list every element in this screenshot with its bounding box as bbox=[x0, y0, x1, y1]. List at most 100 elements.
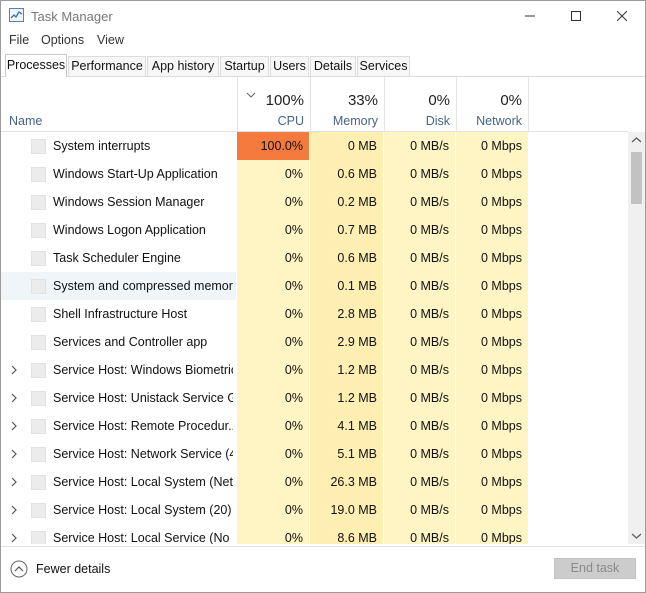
cpu-label: CPU bbox=[277, 114, 304, 128]
tab-processes[interactable]: Processes bbox=[5, 54, 67, 77]
chevron-right-icon[interactable] bbox=[9, 448, 19, 460]
process-icon bbox=[31, 167, 46, 182]
minimize-icon bbox=[525, 15, 535, 17]
maximize-icon bbox=[571, 11, 581, 21]
tab-users[interactable]: Users bbox=[270, 56, 309, 76]
tab-performance[interactable]: Performance bbox=[68, 56, 146, 76]
network-total: 0% bbox=[500, 92, 522, 109]
process-icon bbox=[31, 447, 46, 462]
chevron-right-icon[interactable] bbox=[9, 420, 19, 432]
menu-file[interactable]: File bbox=[9, 33, 29, 47]
tab-details[interactable]: Details bbox=[310, 56, 356, 76]
tab-startup[interactable]: Startup bbox=[220, 56, 269, 76]
process-name-cell: Service Host: Network Service (4) bbox=[1, 440, 236, 468]
process-name-cell: Service Host: Windows Biometric bbox=[1, 356, 236, 384]
vertical-scrollbar[interactable] bbox=[628, 132, 645, 544]
table-row[interactable]: Service Host: Local System (20) 0% 19.0 … bbox=[1, 496, 628, 524]
disk-cell: 0 MB/s bbox=[384, 132, 455, 160]
tab-app-history[interactable]: App history bbox=[147, 56, 219, 76]
process-icon bbox=[31, 223, 46, 238]
cpu-cell: 0% bbox=[237, 496, 309, 524]
task-manager-icon bbox=[9, 8, 24, 22]
disk-cell: 0 MB/s bbox=[384, 160, 455, 188]
process-name: Windows Logon Application bbox=[53, 223, 206, 237]
memory-cell: 0.2 MB bbox=[310, 188, 383, 216]
table-row[interactable]: Service Host: Unistack Service G... 0% 1… bbox=[1, 384, 628, 412]
process-icon bbox=[31, 503, 46, 518]
process-name: Windows Session Manager bbox=[53, 195, 205, 209]
chevron-right-icon[interactable] bbox=[9, 392, 19, 404]
task-manager-window: Task Manager File Options View Processes… bbox=[0, 0, 646, 593]
disk-cell: 0 MB/s bbox=[384, 496, 455, 524]
process-icon bbox=[31, 363, 46, 378]
column-cpu[interactable]: 100% CPU bbox=[237, 77, 310, 131]
process-icon bbox=[31, 475, 46, 490]
network-cell: 0 Mbps bbox=[456, 160, 528, 188]
close-button[interactable] bbox=[599, 1, 645, 31]
table-row[interactable]: Services and Controller app 0% 2.9 MB 0 … bbox=[1, 328, 628, 356]
disk-cell: 0 MB/s bbox=[384, 412, 455, 440]
process-name: Service Host: Remote Procedur... bbox=[53, 419, 233, 433]
memory-cell: 4.1 MB bbox=[310, 412, 383, 440]
menu-view[interactable]: View bbox=[97, 33, 124, 47]
minimize-button[interactable] bbox=[507, 1, 553, 31]
network-cell: 0 Mbps bbox=[456, 524, 528, 544]
process-name: Service Host: Network Service (4) bbox=[53, 447, 233, 461]
process-icon bbox=[31, 391, 46, 406]
tab-services[interactable]: Services bbox=[357, 56, 410, 76]
column-network[interactable]: 0% Network bbox=[456, 77, 529, 131]
disk-cell: 0 MB/s bbox=[384, 272, 455, 300]
cpu-total: 100% bbox=[265, 92, 304, 109]
table-row[interactable]: Task Scheduler Engine 0% 0.6 MB 0 MB/s 0… bbox=[1, 244, 628, 272]
chevron-right-icon[interactable] bbox=[9, 532, 19, 544]
disk-total: 0% bbox=[428, 92, 450, 109]
footer: Fewer details End task bbox=[1, 546, 645, 592]
table-row-selected[interactable]: System and compressed memory 0% 0.1 MB 0… bbox=[1, 272, 628, 300]
table-row[interactable]: Windows Session Manager 0% 0.2 MB 0 MB/s… bbox=[1, 188, 628, 216]
network-cell: 0 Mbps bbox=[456, 440, 528, 468]
cpu-cell: 0% bbox=[237, 468, 309, 496]
chevron-right-icon[interactable] bbox=[9, 504, 19, 516]
process-icon bbox=[31, 419, 46, 434]
network-cell: 0 Mbps bbox=[456, 188, 528, 216]
scroll-thumb[interactable] bbox=[631, 152, 642, 204]
tab-strip: Processes Performance App history Startu… bbox=[1, 54, 645, 77]
menu-options[interactable]: Options bbox=[41, 33, 84, 47]
memory-cell: 0 MB bbox=[310, 132, 383, 160]
column-disk[interactable]: 0% Disk bbox=[384, 77, 456, 131]
chevron-up-circle-icon[interactable] bbox=[10, 560, 28, 578]
chevron-right-icon[interactable] bbox=[9, 476, 19, 488]
table-row[interactable]: Service Host: Local Service (No ... 0% 8… bbox=[1, 524, 628, 544]
disk-cell: 0 MB/s bbox=[384, 244, 455, 272]
process-name-cell: Windows Session Manager bbox=[1, 188, 236, 216]
maximize-button[interactable] bbox=[553, 1, 599, 31]
memory-cell: 5.1 MB bbox=[310, 440, 383, 468]
network-cell: 0 Mbps bbox=[456, 300, 528, 328]
column-name[interactable]: Name bbox=[1, 77, 237, 131]
table-row[interactable]: Windows Start-Up Application 0% 0.6 MB 0… bbox=[1, 160, 628, 188]
process-name-cell: Service Host: Local System (Net... bbox=[1, 468, 236, 496]
column-name-label: Name bbox=[9, 114, 43, 128]
title-bar[interactable]: Task Manager bbox=[1, 1, 645, 31]
memory-cell: 1.2 MB bbox=[310, 384, 383, 412]
process-icon bbox=[31, 335, 46, 350]
scroll-down-icon[interactable] bbox=[628, 527, 645, 544]
column-header: Name 100% CPU 33% Memory 0% Disk 0% Netw… bbox=[1, 77, 628, 132]
chevron-right-icon[interactable] bbox=[9, 364, 19, 376]
scroll-up-icon[interactable] bbox=[628, 132, 645, 149]
table-row[interactable]: Windows Logon Application 0% 0.7 MB 0 MB… bbox=[1, 216, 628, 244]
table-row[interactable]: Service Host: Windows Biometric 0% 1.2 M… bbox=[1, 356, 628, 384]
table-row[interactable]: Shell Infrastructure Host 0% 2.8 MB 0 MB… bbox=[1, 300, 628, 328]
table-row[interactable]: Service Host: Local System (Net... 0% 26… bbox=[1, 468, 628, 496]
table-row[interactable]: Service Host: Remote Procedur... 0% 4.1 … bbox=[1, 412, 628, 440]
process-icon bbox=[31, 279, 46, 294]
table-row[interactable]: Service Host: Network Service (4) 0% 5.1… bbox=[1, 440, 628, 468]
table-row[interactable]: System interrupts 100.0% 0 MB 0 MB/s 0 M… bbox=[1, 132, 628, 160]
network-cell: 0 Mbps bbox=[456, 244, 528, 272]
end-task-button[interactable]: End task bbox=[554, 558, 636, 579]
network-cell: 0 Mbps bbox=[456, 356, 528, 384]
column-memory[interactable]: 33% Memory bbox=[310, 77, 384, 131]
fewer-details-link[interactable]: Fewer details bbox=[36, 562, 110, 576]
cpu-cell: 0% bbox=[237, 328, 309, 356]
process-name-cell: Windows Start-Up Application bbox=[1, 160, 236, 188]
